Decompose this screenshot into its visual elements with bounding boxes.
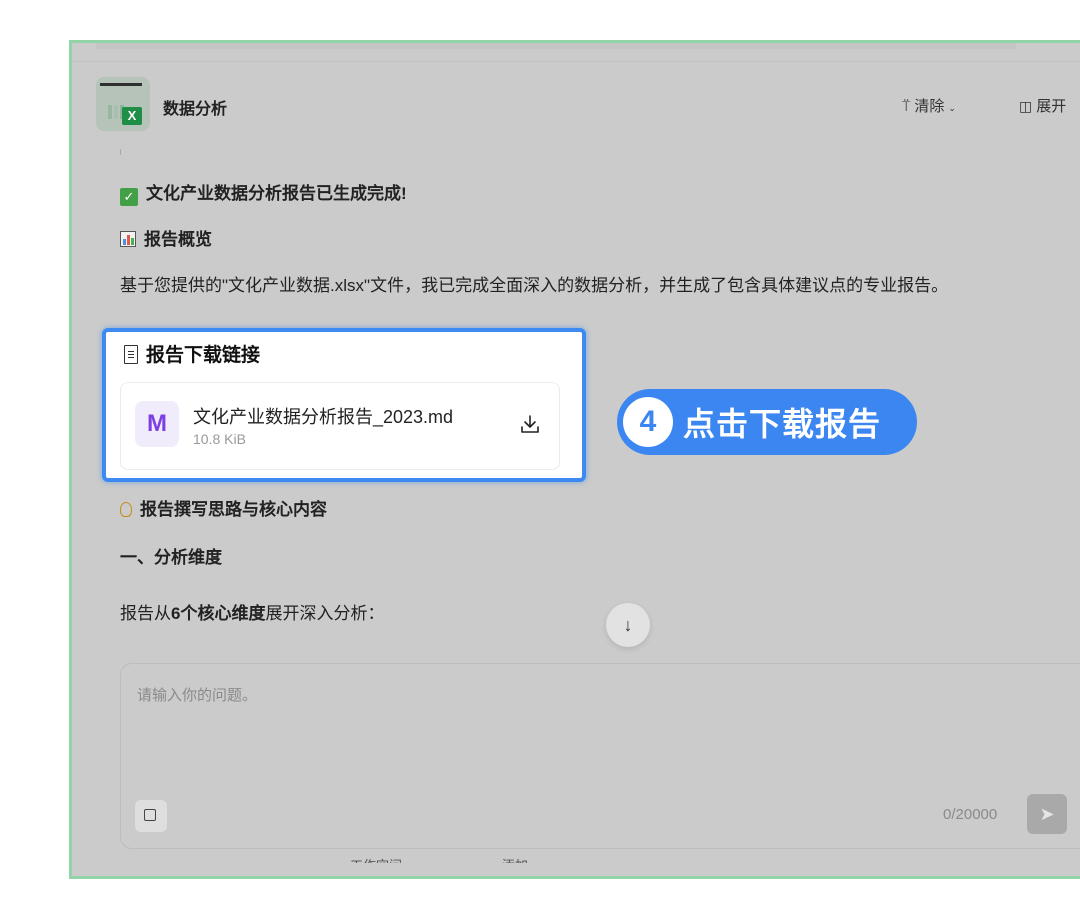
bar-chart-icon bbox=[120, 231, 136, 247]
download-heading: 报告下载链接 bbox=[124, 340, 260, 367]
idea-heading: 报告撰写思路与核心内容 bbox=[120, 495, 327, 520]
step-instruction: 点击下载报告 bbox=[683, 406, 882, 442]
download-section-highlight: 报告下载链接 M 文化产业数据分析报告_2023.md 10.8 KiB bbox=[102, 328, 586, 482]
attach-file-button[interactable] bbox=[135, 800, 167, 832]
done-title: 文化产业数据分析报告已生成完成! bbox=[146, 184, 407, 203]
clear-label: 清除 bbox=[914, 98, 945, 115]
send-button[interactable]: ➤ bbox=[1027, 794, 1067, 834]
footer-cut-right: 添加 bbox=[502, 855, 528, 863]
overview-heading: 报告概览 bbox=[120, 225, 212, 250]
panel-icon: ◫ bbox=[1019, 98, 1033, 114]
divider-tick bbox=[120, 149, 121, 155]
scroll-to-bottom-button[interactable]: ↓ bbox=[606, 603, 650, 647]
file-name: 文化产业数据分析报告_2023.md bbox=[193, 407, 454, 427]
dimension-text-bold: 6个核心维度 bbox=[171, 604, 266, 623]
char-count: 0/20000 bbox=[943, 806, 998, 823]
file-card[interactable]: M 文化产业数据分析报告_2023.md 10.8 KiB bbox=[120, 382, 560, 470]
question-input[interactable] bbox=[135, 682, 939, 746]
step-callout: 4 点击下载报告 bbox=[617, 389, 917, 455]
broom-icon: ⍡ bbox=[902, 98, 911, 114]
expand-label: 展开 bbox=[1036, 98, 1067, 115]
dimension-text-post: 展开深入分析： bbox=[265, 604, 385, 623]
overview-title: 报告概览 bbox=[144, 230, 212, 249]
lightbulb-icon bbox=[120, 502, 132, 517]
check-icon: ✓ bbox=[120, 188, 138, 206]
arrow-down-icon: ↓ bbox=[623, 615, 633, 635]
done-heading: ✓ 文化产业数据分析报告已生成完成! bbox=[120, 179, 407, 206]
step-number-badge: 4 bbox=[623, 397, 673, 447]
app-title: 数据分析 bbox=[163, 101, 228, 118]
footer-cut-left: 工作空间 bbox=[350, 855, 402, 863]
file-size: 10.8 KiB bbox=[193, 431, 246, 447]
excel-app-icon: X bbox=[96, 77, 150, 131]
top-divider bbox=[72, 61, 1080, 62]
top-strip bbox=[96, 43, 1016, 49]
dimension-text: 报告从6个核心维度展开深入分析： bbox=[120, 599, 384, 624]
folder-icon bbox=[144, 809, 156, 821]
chevron-down-icon: ⌄ bbox=[948, 103, 956, 113]
idea-title: 报告撰写思路与核心内容 bbox=[140, 500, 327, 519]
expand-button[interactable]: ◫ 展开 bbox=[1019, 95, 1066, 116]
clear-button[interactable]: ⍡ 清除 ⌄ bbox=[902, 95, 956, 116]
dimension-heading: 一、分析维度 bbox=[120, 548, 222, 567]
send-icon: ➤ bbox=[1039, 804, 1055, 824]
dimension-text-pre: 报告从 bbox=[120, 604, 171, 623]
chat-header: X 数据分析 ⍡ 清除 ⌄ ◫ 展开 bbox=[72, 77, 1080, 133]
markdown-file-icon: M bbox=[135, 401, 179, 447]
download-icon[interactable] bbox=[519, 413, 541, 435]
document-icon bbox=[124, 345, 138, 364]
chat-input-box: 0/20000 ➤ bbox=[120, 663, 1080, 849]
overview-text: 基于您提供的"文化产业数据.xlsx"文件，我已完成全面深入的数据分析，并生成了… bbox=[120, 276, 949, 295]
download-title: 报告下载链接 bbox=[146, 345, 261, 366]
